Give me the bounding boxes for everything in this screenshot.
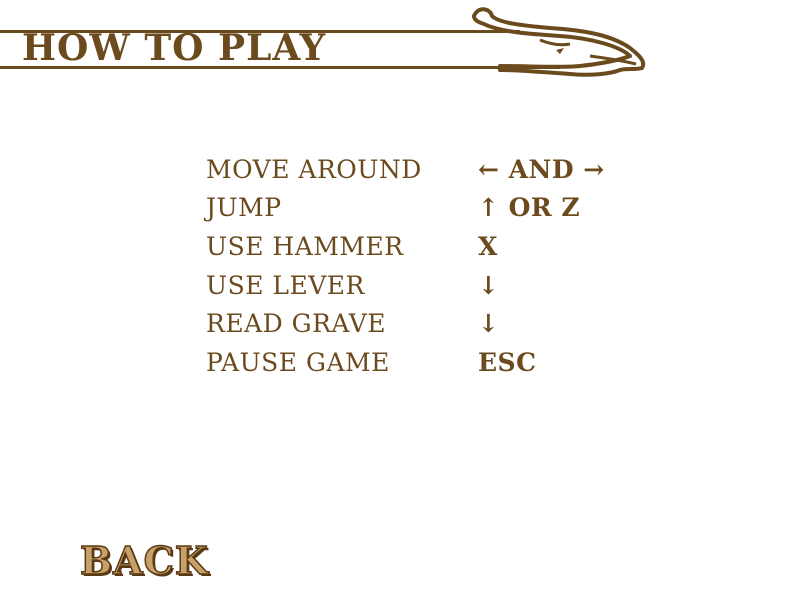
control-row-lever: USE LEVER ↓ (206, 266, 626, 305)
action-label: MOVE AROUND (206, 154, 422, 184)
key-label: X (478, 231, 498, 261)
key-label: ESC (478, 347, 537, 377)
control-row-move: MOVE AROUND ← AND → (206, 150, 626, 189)
key-label: ↓ (478, 270, 500, 300)
dragon-head-icon (472, 7, 646, 77)
how-to-play-screen: HOW TO PLAY MOVE AROUND ← AND → JUMP ↑ O… (0, 0, 800, 600)
control-row-grave: READ GRAVE ↓ (206, 304, 626, 343)
control-row-pause: PAUSE GAME ESC (206, 343, 626, 382)
action-label: USE LEVER (206, 270, 365, 300)
action-label: JUMP (206, 193, 282, 223)
action-label: PAUSE GAME (206, 347, 390, 377)
page-title: HOW TO PLAY (22, 27, 327, 69)
control-row-hammer: USE HAMMER X (206, 227, 626, 266)
action-label: READ GRAVE (206, 309, 387, 339)
back-button[interactable]: BACK (79, 537, 209, 584)
key-label: ← AND → (478, 154, 605, 184)
control-row-jump: JUMP ↑ OR Z (206, 189, 626, 228)
controls-list: MOVE AROUND ← AND → JUMP ↑ OR Z USE HAMM… (206, 150, 626, 382)
key-label: ↑ OR Z (478, 193, 581, 223)
key-label: ↓ (478, 309, 500, 339)
title-banner: HOW TO PLAY (0, 0, 800, 90)
action-label: USE HAMMER (206, 231, 404, 261)
